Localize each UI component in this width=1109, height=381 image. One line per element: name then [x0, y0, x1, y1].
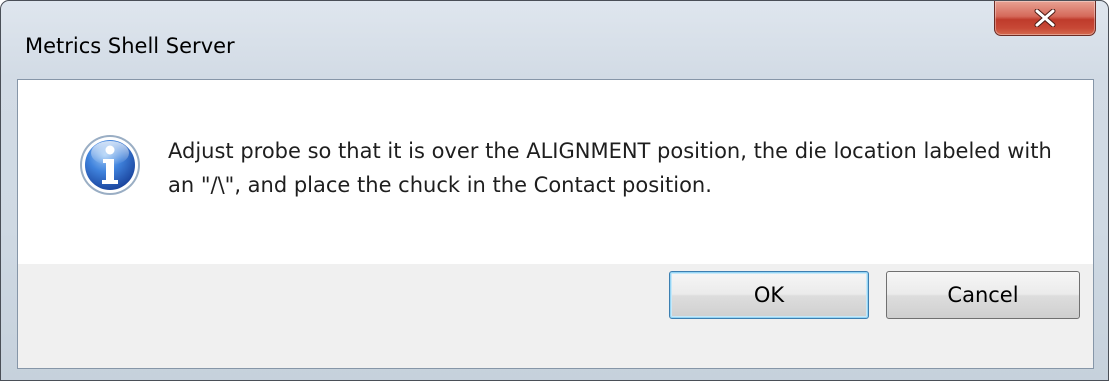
dialog-window: Metrics Shell Server Adjust probe so tha…: [0, 0, 1109, 381]
window-title: Metrics Shell Server: [25, 34, 235, 58]
ok-button[interactable]: OK: [669, 271, 869, 319]
dialog-client-area: Adjust probe so that it is over the ALIG…: [17, 79, 1094, 369]
cancel-button[interactable]: Cancel: [886, 271, 1080, 319]
message-area: Adjust probe so that it is over the ALIG…: [18, 80, 1093, 264]
message-text: Adjust probe so that it is over the ALIG…: [168, 139, 1052, 197]
title-bar[interactable]: Metrics Shell Server: [1, 1, 1108, 79]
close-button[interactable]: [994, 1, 1096, 36]
close-icon: [1034, 9, 1056, 27]
information-icon: [80, 135, 140, 195]
